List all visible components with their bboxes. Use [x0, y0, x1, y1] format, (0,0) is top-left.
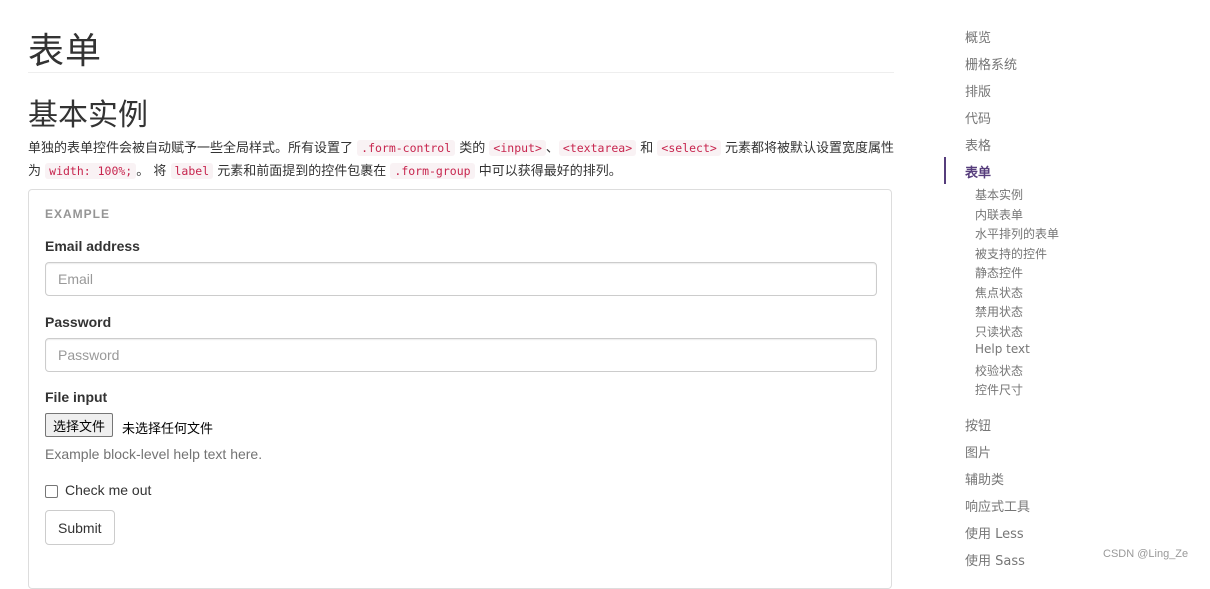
- sidebar-item-typography[interactable]: 排版: [965, 81, 991, 100]
- sidebar-item-sass[interactable]: 使用 Sass: [965, 550, 1025, 569]
- sidebar-subitem-horizontal[interactable]: 水平排列的表单: [975, 225, 1059, 242]
- sidebar-item-buttons[interactable]: 按钮: [965, 415, 991, 434]
- description-text: 中可以获得最好的排列。: [474, 164, 622, 179]
- inline-code: <input>: [489, 140, 546, 156]
- sidebar-item-helpers[interactable]: 辅助类: [965, 469, 1004, 488]
- page-title: 表单: [28, 31, 103, 72]
- sidebar-subitem-sizing[interactable]: 控件尺寸: [975, 381, 1023, 398]
- watermark: CSDN @Ling_Ze: [1103, 548, 1189, 560]
- password-input[interactable]: [45, 338, 877, 372]
- inline-code: width: 100%;: [45, 163, 137, 179]
- sidebar-item-responsive[interactable]: 响应式工具: [965, 496, 1030, 515]
- description-text: 和: [636, 141, 658, 156]
- sidebar-subitem-basic[interactable]: 基本实例: [975, 186, 1023, 203]
- file-input-label: File input: [45, 389, 108, 405]
- sidebar-item-tables[interactable]: 表格: [965, 135, 991, 154]
- checkbox-label[interactable]: Check me out: [65, 482, 151, 498]
- active-indicator: [944, 157, 946, 184]
- submit-button[interactable]: Submit: [45, 510, 115, 545]
- section-description: 单独的表单控件会被自动赋予一些全局样式。所有设置了 .form-control …: [28, 137, 894, 183]
- title-divider: [28, 72, 894, 73]
- help-text: Example block-level help text here.: [45, 446, 263, 462]
- inline-code: .form-group: [390, 163, 475, 179]
- description-text: 单独的表单控件会被自动赋予一些全局样式。所有设置了: [28, 141, 358, 156]
- sidebar-item-code[interactable]: 代码: [965, 108, 991, 127]
- example-box: EXAMPLE Email address Password File inpu…: [28, 189, 892, 589]
- sidebar-item-forms[interactable]: 表单: [965, 162, 991, 181]
- sidebar-item-images[interactable]: 图片: [965, 442, 991, 461]
- description-text: 类的: [455, 141, 490, 156]
- sidebar-subitem-help-text[interactable]: Help text: [975, 342, 1030, 356]
- inline-code: <select>: [657, 140, 721, 156]
- password-label: Password: [45, 314, 112, 330]
- sidebar-subitem-validation[interactable]: 校验状态: [975, 362, 1023, 379]
- email-input[interactable]: [45, 262, 877, 296]
- description-text: 、: [545, 141, 559, 156]
- section-title: 基本实例: [28, 98, 148, 133]
- email-label: Email address: [45, 238, 140, 254]
- sidebar-subitem-supported[interactable]: 被支持的控件: [975, 245, 1047, 262]
- sidebar-subitem-static[interactable]: 静态控件: [975, 264, 1023, 281]
- sidebar-subitem-focus[interactable]: 焦点状态: [975, 284, 1023, 301]
- check-me-out-checkbox[interactable]: [45, 485, 58, 498]
- sidebar-subitem-readonly[interactable]: 只读状态: [975, 323, 1023, 340]
- description-text: 。 将: [136, 164, 171, 179]
- sidebar-subitem-inline[interactable]: 内联表单: [975, 206, 1023, 223]
- inline-code: .form-control: [357, 140, 456, 156]
- sidebar-item-less[interactable]: 使用 Less: [965, 523, 1024, 542]
- inline-code: <textarea>: [558, 140, 637, 156]
- sidebar-item-grid[interactable]: 栅格系统: [965, 54, 1017, 73]
- sidebar-subitem-disabled[interactable]: 禁用状态: [975, 303, 1023, 320]
- example-label: EXAMPLE: [45, 207, 111, 221]
- description-text: 元素和前面提到的控件包裹在: [213, 164, 391, 179]
- sidebar-item-overview[interactable]: 概览: [965, 27, 991, 46]
- choose-file-button[interactable]: 选择文件: [45, 413, 114, 437]
- inline-code: label: [170, 163, 214, 179]
- file-status-text: 未选择任何文件: [122, 422, 214, 437]
